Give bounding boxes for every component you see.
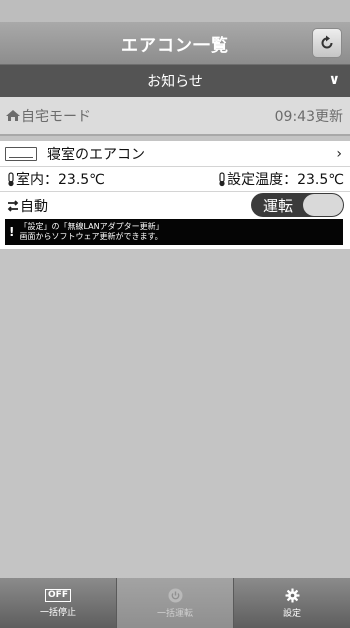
tab-settings[interactable]: 設定 <box>234 578 350 628</box>
nav-bar: エアコン一覧 <box>0 22 350 65</box>
set-temp-value: 設定温度：23.5℃ <box>227 172 344 188</box>
power-icon <box>168 588 182 602</box>
notice-bar[interactable]: お知らせ ∨ <box>0 65 350 97</box>
exclamation-icon: ! <box>9 225 15 239</box>
gear-icon <box>285 588 299 602</box>
thermometer-icon <box>8 171 14 186</box>
aircon-row[interactable]: 寝室のエアコン › <box>0 141 350 167</box>
tab-bar: OFF 一括停止 一括運転 設定 <box>0 578 350 628</box>
chevron-right-icon: › <box>336 145 342 162</box>
power-toggle-label: 運転 <box>263 196 294 215</box>
refresh-icon <box>321 35 333 49</box>
power-toggle[interactable]: 運転 <box>251 193 344 217</box>
aircon-icon <box>5 146 37 161</box>
mode-label: 自宅モード <box>21 108 91 125</box>
aircon-name: 寝室のエアコン <box>47 146 145 163</box>
message-line-1: 「設定」の「無線LANアダプター更新」 <box>19 222 164 231</box>
update-message: ! 「設定」の「無線LANアダプター更新」 画面からソフトウェア更新ができます。 <box>5 219 343 245</box>
operation-mode: 自動 <box>6 196 48 216</box>
toggle-knob <box>303 194 343 216</box>
update-time: 09:43更新 <box>274 108 343 125</box>
temperature-row: 室内：23.5℃ 設定温度：23.5℃ <box>0 167 350 192</box>
room-temperature: 室内：23.5℃ <box>6 169 105 189</box>
page-title: エアコン一覧 <box>121 35 229 56</box>
set-temperature: 設定温度：23.5℃ <box>217 169 344 189</box>
tab-label: 設定 <box>282 608 301 619</box>
thermometer-icon <box>219 171 225 186</box>
tab-run-all[interactable]: 一括運転 <box>117 578 234 628</box>
operation-row: 自動 運転 <box>0 192 350 219</box>
mode-value: 自動 <box>20 198 48 215</box>
aircon-card: 寝室のエアコン › 室内：23.5℃ 設定温度：23.5℃ 自動 運転 ! 「設… <box>0 141 350 249</box>
room-temp-value: 室内：23.5℃ <box>16 172 105 188</box>
tab-label: 一括停止 <box>39 607 76 618</box>
chevron-down-icon: ∨ <box>328 72 340 88</box>
tab-label: 一括運転 <box>156 608 193 619</box>
home-mode: 自宅モード <box>5 106 91 126</box>
home-icon <box>6 110 20 121</box>
off-icon: OFF <box>45 588 71 602</box>
notice-label: お知らせ <box>147 74 203 90</box>
status-bar <box>0 0 350 22</box>
message-line-2: 画面からソフトウェア更新ができます。 <box>19 232 163 241</box>
tab-stop-all[interactable]: OFF 一括停止 <box>0 578 117 628</box>
message-text: 「設定」の「無線LANアダプター更新」 画面からソフトウェア更新ができます。 <box>19 222 163 242</box>
auto-mode-icon <box>7 199 19 212</box>
mode-bar: 自宅モード 09:43更新 <box>0 97 350 136</box>
refresh-button[interactable] <box>312 28 342 58</box>
